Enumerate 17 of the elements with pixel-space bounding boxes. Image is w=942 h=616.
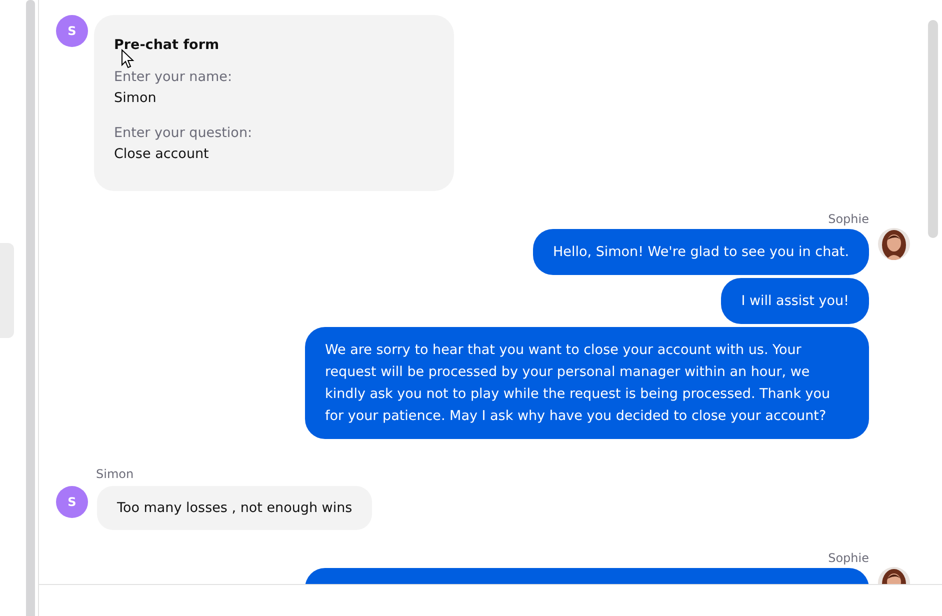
sender-name: Sophie	[828, 550, 869, 566]
scrollbar[interactable]	[26, 0, 35, 616]
scrollbar-thumb[interactable]	[928, 20, 938, 238]
form-title: Pre-chat form	[114, 37, 220, 53]
avatar: S	[56, 15, 88, 47]
avatar: S	[56, 486, 88, 518]
cursor-icon	[121, 49, 135, 69]
message-bubble: Hello, Simon! We're glad to see you in chat.	[533, 229, 869, 275]
message-bubble: Too many losses , not enough wins	[97, 486, 372, 530]
field-label: Enter your name:	[114, 68, 234, 87]
field-label: Enter your question:	[114, 124, 254, 143]
message-bubble: I will assist you!	[721, 278, 869, 324]
sender-name: Simon	[96, 466, 135, 482]
field-value: Simon	[114, 89, 158, 108]
message-bubble: We are sorry to hear that you want to close your account with us. Your request will be processed by your personal manager within an hour, we kindly ask you not to play while the request is being processed. Thank you for your patience. May I ask why have you decided to close your account?	[305, 327, 869, 439]
field-value: Close account	[114, 145, 210, 164]
sender-name: Sophie	[828, 211, 869, 227]
